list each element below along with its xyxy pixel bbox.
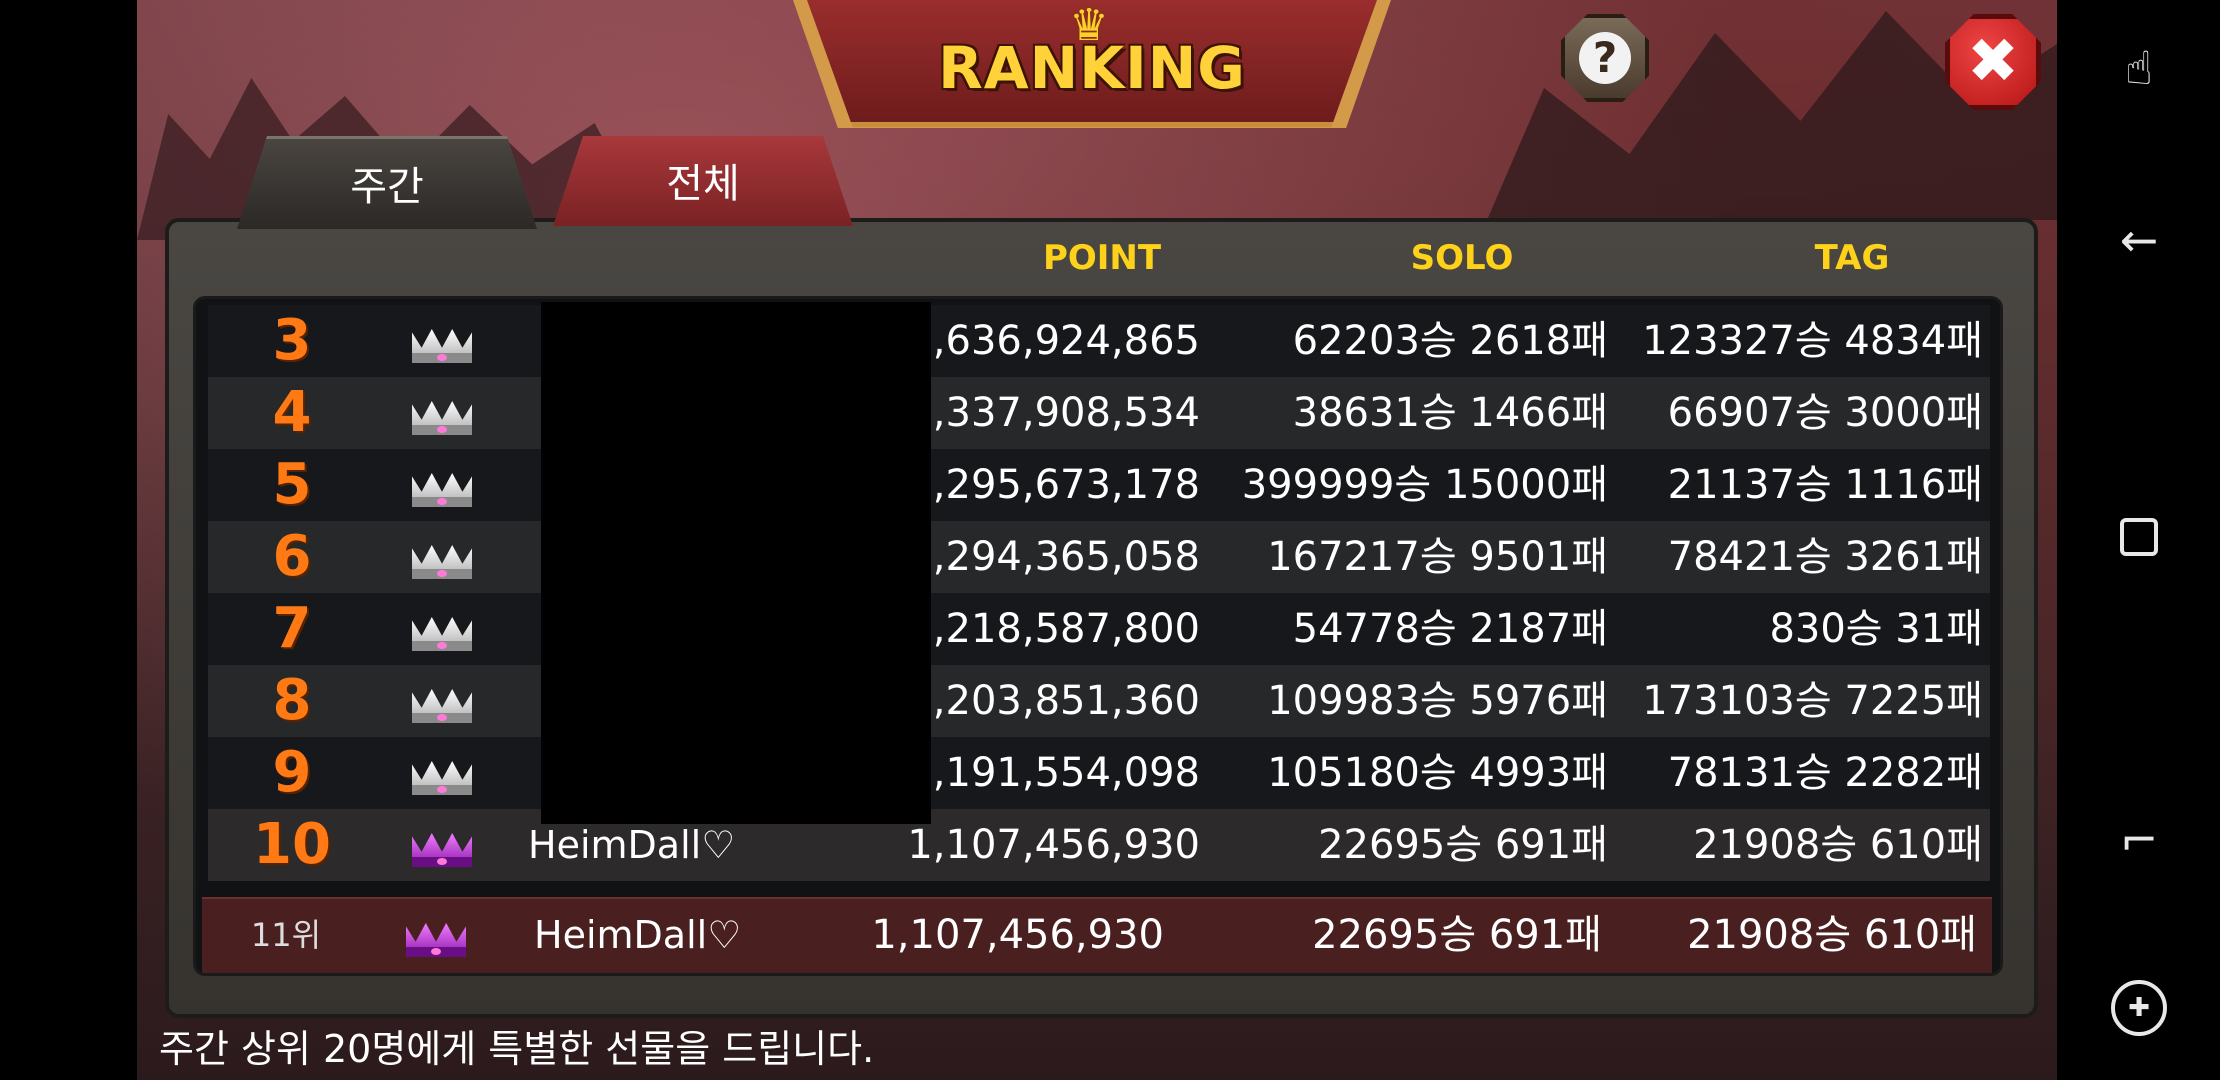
touch-icon[interactable]: ☝ [2107, 36, 2171, 100]
column-header-point: POINT [1042, 238, 1162, 278]
tag-record: 21908승 610패 [1693, 822, 1983, 868]
solo-record: 399999승 15000패 [1241, 462, 1608, 508]
recent-apps-icon[interactable]: ⌐ [2107, 808, 2171, 872]
rank-number: 7 [272, 596, 312, 661]
help-button[interactable]: ? [1561, 14, 1649, 102]
tag-record: 66907승 3000패 [1667, 390, 1983, 436]
tab-weekly[interactable]: 주간 [237, 136, 537, 229]
silver-crown-icon [408, 607, 476, 651]
silver-crown-icon [408, 391, 476, 435]
solo-record: 105180승 4993패 [1267, 750, 1608, 796]
table-row[interactable]: 7 1,218,587,800 54778승 2187패 830승 31패 [208, 593, 1990, 665]
tag-record: 78131승 2282패 [1667, 750, 1983, 796]
tag-record: 21137승 1116패 [1667, 462, 1983, 508]
rank-number: 4 [272, 380, 312, 445]
silver-crown-icon [408, 535, 476, 579]
silver-crown-icon [408, 679, 476, 723]
android-navbar: ☝ ← ⌐ ✚ [2057, 0, 2220, 1080]
tag-record: 830승 31패 [1769, 606, 1983, 652]
close-button[interactable]: ✖ [1945, 14, 2041, 110]
ranking-table[interactable]: 3 1,636,924,865 62203승 2618패 123327승 483… [193, 296, 2003, 976]
point-value: 1,107,456,930 [871, 912, 1164, 958]
my-rank-row[interactable]: 11위 HeimDall♡ 1,107,456,930 22695승 691패 … [202, 897, 1992, 973]
back-icon[interactable]: ← [2107, 208, 2171, 272]
table-row[interactable]: 9 1,191,554,098 105180승 4993패 78131승 228… [208, 737, 1990, 809]
rank-number: 10 [253, 812, 331, 877]
game-tools-icon[interactable]: ✚ [2107, 976, 2171, 1040]
table-row[interactable]: 5 1,295,673,178 399999승 15000패 21137승 11… [208, 449, 1990, 521]
table-row[interactable]: 6 1,294,365,058 167217승 9501패 78421승 326… [208, 521, 1990, 593]
silver-crown-icon [408, 319, 476, 363]
page-title: RANKING [938, 34, 1246, 102]
tab-all[interactable]: 전체 [553, 136, 853, 226]
rank-number: 5 [272, 452, 312, 517]
solo-record: 22695승 691패 [1318, 822, 1608, 868]
solo-record: 54778승 2187패 [1292, 606, 1608, 652]
solo-record: 22695승 691패 [1312, 912, 1602, 958]
point-value: 1,107,456,930 [907, 822, 1200, 868]
table-row[interactable]: 3 1,636,924,865 62203승 2618패 123327승 483… [208, 305, 1990, 377]
home-icon[interactable] [2107, 508, 2171, 572]
rank-number: 9 [272, 740, 312, 805]
footer-note: 주간 상위 20명에게 특별한 선물을 드립니다. [159, 1027, 875, 1071]
purple-crown-icon [408, 823, 476, 867]
column-header-tag: TAG [1814, 238, 1890, 278]
table-row[interactable]: 4 1,337,908,534 38631승 1466패 66907승 3000… [208, 377, 1990, 449]
game-screen: ♛ RANKING ? ✖ 주간 전체 POINT SOLO TAG 3 1,6… [137, 0, 2057, 1080]
tag-record: 173103승 7225패 [1642, 678, 1983, 724]
redacted-names-block [541, 302, 931, 824]
question-icon: ? [1579, 32, 1631, 84]
table-row[interactable]: 10 HeimDall♡ 1,107,456,930 22695승 691패 2… [208, 809, 1990, 881]
tag-record: 78421승 3261패 [1667, 534, 1983, 580]
tag-record: 21908승 610패 [1687, 912, 1977, 958]
silver-crown-icon [408, 751, 476, 795]
table-row[interactable]: 8 1,203,851,360 109983승 5976패 173103승 72… [208, 665, 1990, 737]
solo-record: 62203승 2618패 [1292, 318, 1608, 364]
rank-number: 8 [272, 668, 312, 733]
purple-crown-icon [402, 913, 470, 957]
solo-record: 38631승 1466패 [1292, 390, 1608, 436]
rank-number: 6 [272, 524, 312, 589]
tag-record: 123327승 4834패 [1642, 318, 1983, 364]
rank-number: 3 [272, 308, 312, 373]
column-header-solo: SOLO [1410, 238, 1514, 278]
my-rank: 11위 [250, 916, 322, 954]
solo-record: 109983승 5976패 [1267, 678, 1608, 724]
silver-crown-icon [408, 463, 476, 507]
solo-record: 167217승 9501패 [1267, 534, 1608, 580]
